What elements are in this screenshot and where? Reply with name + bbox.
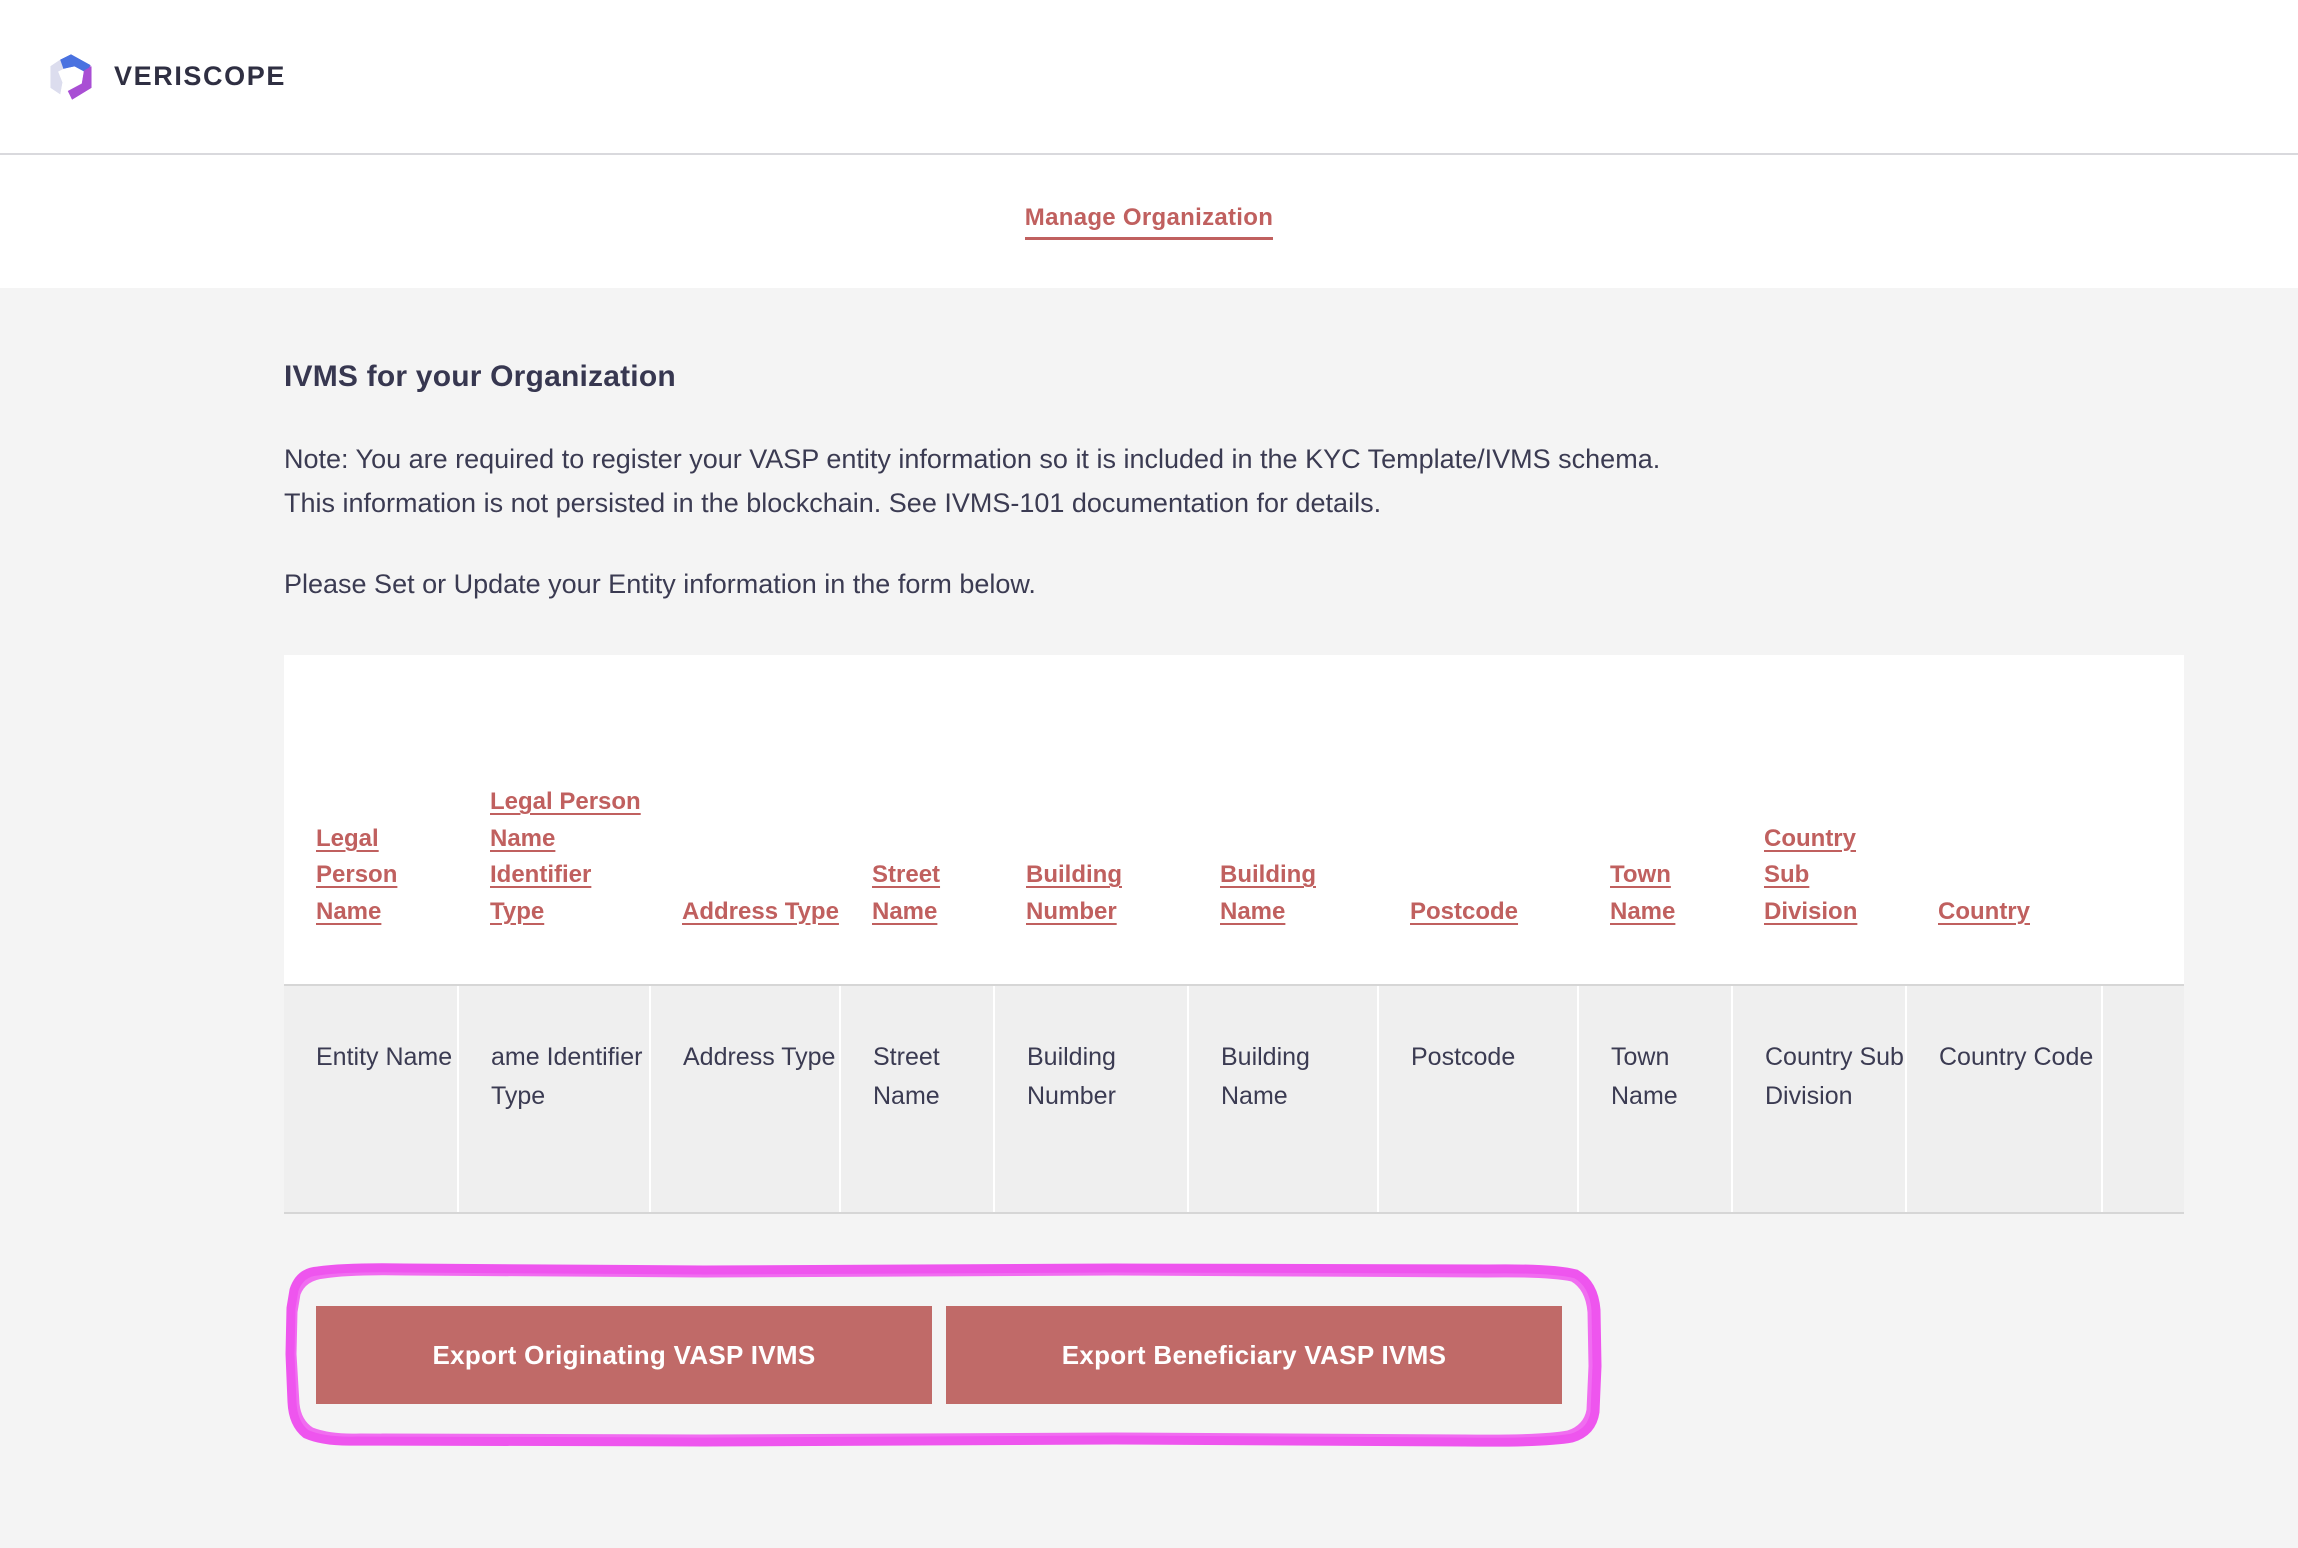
- column-header-legal-person-name[interactable]: Legal Person Name: [284, 655, 458, 986]
- cell-town-name: Town Name: [1577, 984, 1732, 1215]
- column-header-address-type[interactable]: Address Type: [650, 655, 840, 986]
- page-title: IVMS for your Organization: [284, 360, 676, 393]
- export-button-row: Export Originating VASP IVMS Export Bene…: [316, 1306, 1572, 1405]
- ivms-table-body: Entity Name ame Identifier Type Address …: [284, 984, 2184, 1215]
- note-block: Note: You are required to register your …: [284, 438, 2298, 525]
- cell-legal-person-name: Entity Name: [284, 984, 458, 1215]
- cell-country-code: Country Code: [1905, 984, 2102, 1215]
- ivms-table-scroll-region[interactable]: Legal Person Name Legal Person Name Iden…: [284, 655, 2184, 1215]
- note-line-1: Note: You are required to register your …: [284, 444, 1661, 474]
- export-beneficiary-vasp-ivms-button[interactable]: Export Beneficiary VASP IVMS: [946, 1306, 1562, 1405]
- column-header-country-sub-division[interactable]: Country Sub Division: [1732, 655, 1906, 986]
- brand-logo-link[interactable]: VERISCOPE: [44, 50, 286, 104]
- column-header-town-name[interactable]: Town Name: [1578, 655, 1732, 986]
- ivms-table-head: Legal Person Name Legal Person Name Iden…: [284, 655, 2184, 986]
- top-header-bar: VERISCOPE: [0, 0, 2298, 155]
- nav-link-manage-organization[interactable]: Manage Organization: [1024, 204, 1274, 240]
- export-originating-vasp-ivms-button[interactable]: Export Originating VASP IVMS: [316, 1306, 932, 1405]
- main-content: IVMS for your Organization Note: You are…: [0, 288, 2298, 1548]
- column-header-postcode[interactable]: Postcode: [1378, 655, 1578, 986]
- column-header-overflow: [2102, 655, 2184, 986]
- column-header-building-number[interactable]: Building Number: [994, 655, 1188, 986]
- note-line-2: This information is not persisted in the…: [284, 487, 1382, 518]
- cell-building-number: Building Number: [993, 984, 1188, 1215]
- column-header-street-name[interactable]: Street Name: [840, 655, 994, 986]
- cell-legal-person-name-identifier-type: ame Identifier Type: [457, 984, 650, 1215]
- table-row[interactable]: Entity Name ame Identifier Type Address …: [284, 984, 2184, 1215]
- ivms-table: Legal Person Name Legal Person Name Iden…: [284, 655, 2184, 1215]
- cell-address-type: Address Type: [649, 984, 840, 1215]
- column-header-building-name[interactable]: Building Name: [1188, 655, 1378, 986]
- cell-country-sub-division: Country Sub Division: [1731, 984, 1906, 1215]
- cell-street-name: Street Name: [839, 984, 994, 1215]
- column-header-country[interactable]: Country: [1906, 655, 2102, 986]
- instruction-text: Please Set or Update your Entity informa…: [284, 569, 1036, 600]
- ivms-table-header-row: Legal Person Name Legal Person Name Iden…: [284, 655, 2184, 986]
- nav-bar: Manage Organization: [0, 155, 2298, 288]
- brand-wordmark: VERISCOPE: [114, 61, 286, 91]
- veriscope-hexagon-logo-icon: [50, 53, 92, 100]
- cell-building-name: Building Name: [1187, 984, 1378, 1215]
- cell-overflow: [2101, 984, 2184, 1215]
- cell-postcode: Postcode: [1377, 984, 1578, 1215]
- export-buttons-group: Export Originating VASP IVMS Export Bene…: [284, 1262, 1604, 1448]
- column-header-legal-person-name-identifier-type[interactable]: Legal Person Name Identifier Type: [458, 655, 650, 986]
